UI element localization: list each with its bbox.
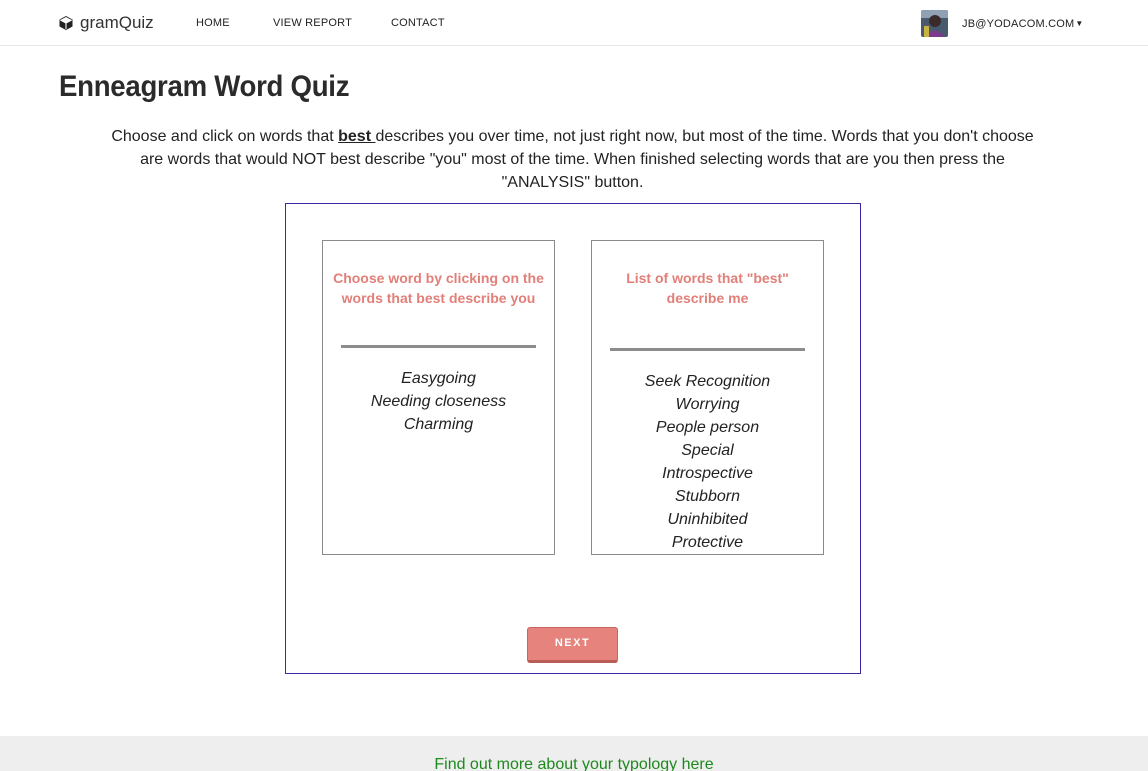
user-menu[interactable]: JB@YODACOM.COM ▼ [921,10,1083,37]
selected-word[interactable]: Special [592,439,823,462]
selected-word-list: Seek Recognition Worrying People person … [592,370,823,554]
choose-word-list: Easygoing Needing closeness Charming [323,367,554,436]
selected-word[interactable]: Seek Recognition [592,370,823,393]
user-email: JB@YODACOM.COM [962,17,1075,30]
selected-word[interactable]: People person [592,416,823,439]
selected-panel-heading: List of words that "best" describe me [626,270,789,306]
avatar [921,10,948,37]
nav-home-link[interactable]: HOME [196,17,230,29]
page-title: Enneagram Word Quiz [59,70,350,103]
selected-word[interactable]: Stubborn [592,485,823,508]
nav-contact-link[interactable]: CONTACT [391,17,445,29]
top-navbar: gramQuiz HOME VIEW REPORT CONTACT JB@YOD… [0,0,1148,46]
next-button[interactable]: NEXT [527,627,618,663]
quiz-container: Choose word by clicking on the words tha… [285,203,861,674]
selected-word[interactable]: Introspective [592,462,823,485]
brand-name: gramQuiz [80,13,154,32]
footer: Find out more about your typology here [0,736,1148,771]
selected-word[interactable]: Worrying [592,393,823,416]
chevron-down-icon: ▼ [1075,19,1084,28]
nav-view-report-link[interactable]: VIEW REPORT [273,17,352,29]
selected-words-panel: List of words that "best" describe me Se… [591,240,824,555]
choose-words-panel: Choose word by clicking on the words tha… [322,240,555,555]
word-option[interactable]: Needing closeness [323,390,554,413]
selected-word[interactable]: Protective [592,531,823,554]
typology-link[interactable]: Find out more about your typology here [0,756,1148,771]
selected-word[interactable]: Uninhibited [592,508,823,531]
instructions-text-start: Choose and click on words that [111,128,339,145]
divider [341,345,536,348]
divider [610,348,805,351]
cube-icon [59,16,73,30]
quiz-instructions: Choose and click on words that best desc… [100,125,1045,194]
choose-panel-heading: Choose word by clicking on the words tha… [333,270,544,306]
word-option[interactable]: Easygoing [323,367,554,390]
brand-logo[interactable]: gramQuiz [58,13,154,33]
instructions-emphasis: best [338,128,376,145]
word-option[interactable]: Charming [323,413,554,436]
